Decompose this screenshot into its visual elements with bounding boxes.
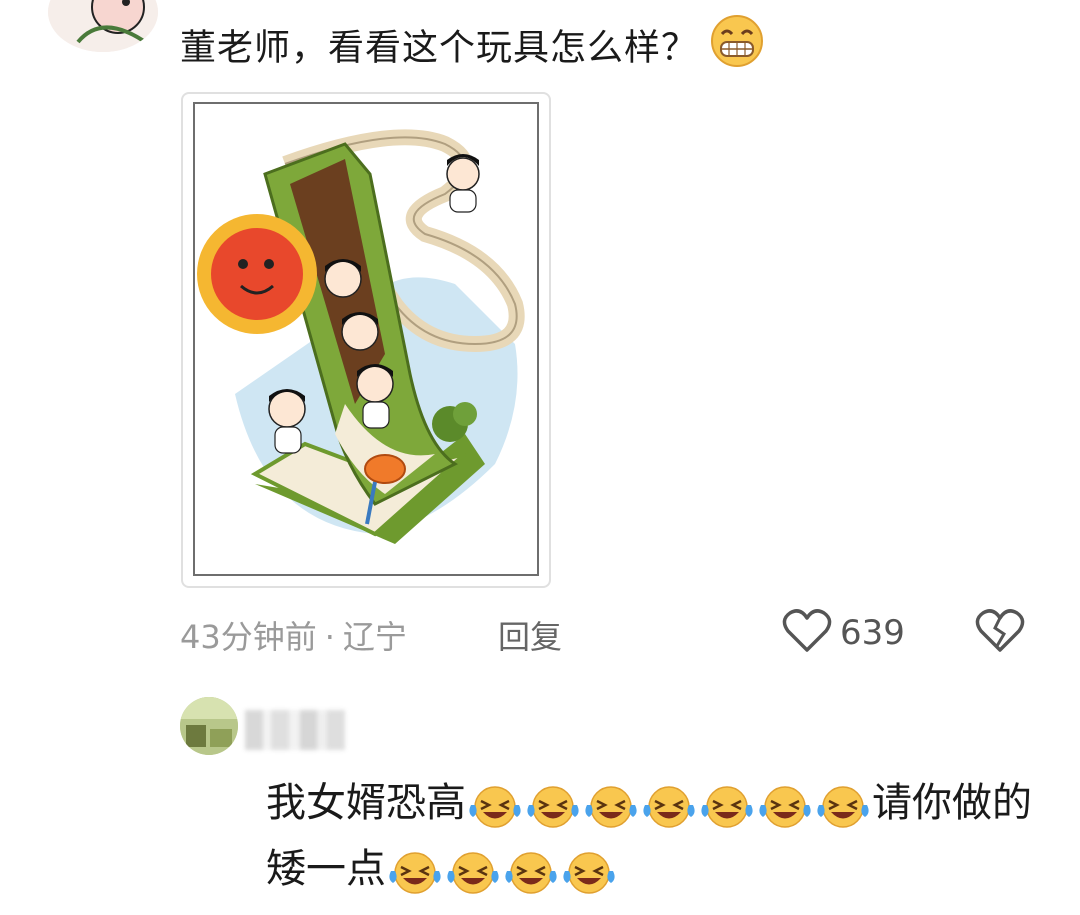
comment-text: 董老师，看看这个玩具怎么样？ — [180, 14, 766, 85]
face-with-tears-of-joy-icon — [583, 783, 639, 828]
broken-heart-icon — [975, 609, 1025, 658]
face-with-tears-of-joy-icon — [561, 849, 617, 894]
like-button[interactable]: 639 — [782, 608, 905, 658]
face-with-tears-of-joy-icon — [503, 849, 559, 894]
face-with-tears-of-joy-icon — [445, 849, 501, 894]
face-with-tears-of-joy-icon — [699, 783, 755, 828]
reply-button[interactable]: 回复 — [498, 612, 562, 658]
face-with-tears-of-joy-icon — [815, 783, 871, 828]
heart-outline-icon — [782, 608, 832, 658]
comment-body: 董老师，看看这个玩具怎么样？ — [180, 27, 699, 69]
reply-text-part1: 我女婿恐高 — [266, 780, 466, 826]
face-with-tears-of-joy-icon — [467, 783, 523, 828]
toy-slide-illustration — [193, 102, 539, 576]
like-count: 639 — [840, 613, 905, 653]
comment-location: 辽宁 — [342, 618, 407, 656]
grinning-face-icon — [708, 14, 766, 85]
comment-meta: 43分钟前 · 辽宁 — [180, 612, 407, 658]
meta-separator: · — [324, 618, 335, 656]
comment-image[interactable] — [181, 92, 551, 588]
face-with-tears-of-joy-icon — [525, 783, 581, 828]
dislike-button[interactable] — [975, 608, 1025, 658]
reply-user-name-blurred — [245, 710, 345, 750]
commenter-avatar[interactable] — [48, 0, 158, 52]
comment-time: 43分钟前 — [180, 618, 317, 656]
reply-text: 我女婿恐高 请你做的矮一点 — [266, 770, 1046, 902]
face-with-tears-of-joy-icon — [387, 849, 443, 894]
face-with-tears-of-joy-icon — [757, 783, 813, 828]
reply-user-avatar[interactable] — [180, 697, 238, 755]
face-with-tears-of-joy-icon — [641, 783, 697, 828]
